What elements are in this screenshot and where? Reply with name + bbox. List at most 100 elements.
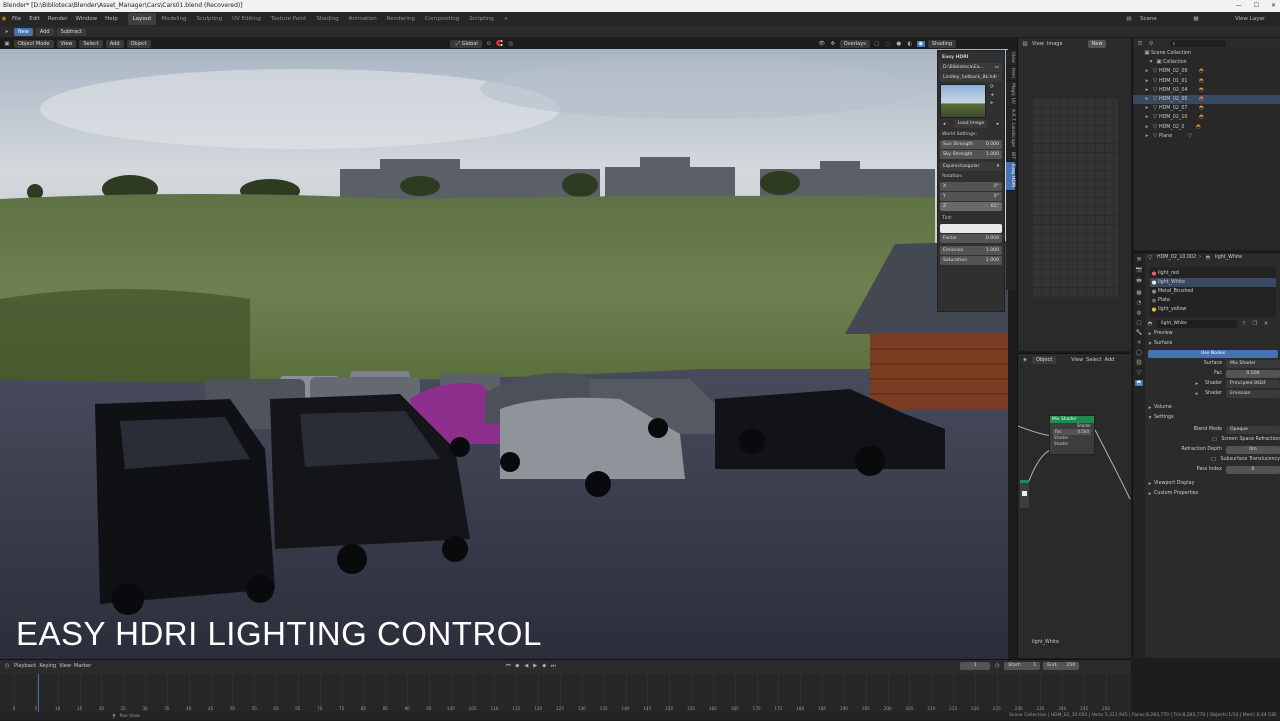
custom-properties-panel-header[interactable]: ▸ Custom Properties: [1146, 489, 1280, 499]
material-shading-icon[interactable]: ◐: [906, 41, 914, 47]
browse-material-icon[interactable]: ◓: [1146, 319, 1154, 329]
sun-strength-field[interactable]: Sun Strength 0.000: [940, 140, 1002, 149]
collapsed-node[interactable]: [1020, 480, 1029, 508]
filter-icon[interactable]: ⚲: [1147, 41, 1155, 47]
outliner-item[interactable]: ▸ ▽ Plane ▽: [1133, 132, 1280, 141]
image-editor-type-icon[interactable]: ▨: [1021, 41, 1029, 47]
rotation-z-field[interactable]: Z 61°: [940, 202, 1002, 211]
outliner-item[interactable]: ▾ ▣ Collection: [1133, 58, 1280, 67]
factor-field[interactable]: Factor 0.000: [940, 234, 1002, 243]
modifier-properties-icon[interactable]: 🔧: [1135, 330, 1143, 336]
next-hdri-icon[interactable]: ▸: [988, 100, 996, 106]
menu-window[interactable]: Window: [71, 16, 101, 22]
surface-shader-dropdown[interactable]: Mix Shader: [1226, 360, 1280, 368]
snap-icon[interactable]: 🧲: [496, 41, 504, 47]
select-tool-icon[interactable]: ▸: [3, 29, 11, 35]
tab-modeling[interactable]: Modeling: [156, 13, 191, 25]
material-name-field[interactable]: light_White: [1157, 320, 1237, 328]
xray-icon[interactable]: ▢: [873, 41, 881, 47]
refresh-icon[interactable]: ⟳: [988, 84, 996, 90]
outliner-item[interactable]: ▸ ▽ HDM_01_01 ◓: [1133, 77, 1280, 86]
outliner-item-selected[interactable]: ▸ ▽ HDM_02_05 ◓: [1133, 94, 1280, 105]
outliner-item[interactable]: ▸ ▽ HDM_02_07 ◓: [1133, 104, 1280, 113]
fake-user-icon[interactable]: ?: [1240, 319, 1248, 329]
refraction-depth-field[interactable]: 0m: [1226, 446, 1280, 454]
tab-item[interactable]: Item: [1006, 66, 1015, 81]
output-properties-icon[interactable]: 🖶: [1135, 277, 1143, 286]
proportional-edit-icon[interactable]: ◎: [507, 41, 515, 47]
tab-scripting[interactable]: Scripting: [464, 13, 498, 25]
minimize-icon[interactable]: —: [1236, 0, 1242, 12]
pivot-icon[interactable]: ⊙: [485, 41, 493, 47]
jump-start-icon[interactable]: ⏮: [504, 663, 512, 670]
transform-orientation-dropdown[interactable]: ⤢ Global: [449, 39, 482, 48]
prev-keyframe-icon[interactable]: ◆: [513, 663, 521, 670]
hdri-thumbnail[interactable]: [940, 84, 986, 118]
menu-help[interactable]: Help: [101, 16, 122, 22]
shader-node-editor[interactable]: ◈ Object View Select Add Mix Shader Shad…: [1017, 353, 1131, 658]
shading-dropdown[interactable]: Shading: [927, 39, 957, 48]
timeline[interactable]: ◷ Playback Keying View Marker ⏮ ◆ ◀ ▶ ◆ …: [0, 659, 1131, 712]
material-slot[interactable]: ● light_yellow: [1150, 305, 1276, 314]
material-properties-icon[interactable]: ◓: [1135, 380, 1143, 386]
duplicate-material-icon[interactable]: ❐: [1251, 319, 1259, 329]
outliner[interactable]: ☰ ⚲ ⚲ ▣ Scene Collection ▾ ▣ Collection ▸ ▽ H…: [1132, 38, 1280, 250]
mode-new-button[interactable]: New: [14, 27, 33, 36]
menu-edit[interactable]: Edit: [25, 16, 44, 22]
preview-panel-header[interactable]: ▸ Preview: [1146, 329, 1280, 339]
ssr-row[interactable]: ☐ Screen Space Refraction: [1146, 435, 1280, 445]
object-mode-dropdown[interactable]: Object Mode: [14, 39, 54, 48]
constraints-properties-icon[interactable]: ⛓: [1135, 360, 1143, 366]
use-nodes-button[interactable]: Use Nodes: [1148, 350, 1278, 358]
rendered-shading-icon[interactable]: ◉: [916, 40, 925, 47]
playhead[interactable]: [38, 674, 39, 712]
render-properties-icon[interactable]: 📷: [1135, 267, 1143, 273]
physics-properties-icon[interactable]: ◯: [1135, 350, 1143, 356]
3d-viewport[interactable]: [0, 38, 1016, 659]
play-reverse-icon[interactable]: ◀: [522, 663, 530, 670]
view-menu[interactable]: View: [56, 39, 77, 48]
blend-mode-dropdown[interactable]: Opaque: [1226, 426, 1280, 434]
select-menu[interactable]: Select: [79, 39, 103, 48]
tab-magic-uv[interactable]: Magic UV: [1006, 81, 1015, 107]
settings-panel-header[interactable]: ▾ Settings: [1146, 413, 1280, 423]
saturation-field[interactable]: Saturation 1.000: [940, 256, 1002, 265]
next-image-icon[interactable]: ▸: [997, 120, 999, 129]
sky-strength-field[interactable]: Sky Strength 1.000: [940, 150, 1002, 159]
data-properties-icon[interactable]: ▽: [1135, 370, 1143, 376]
object-menu[interactable]: Object: [126, 39, 151, 48]
image-view-menu[interactable]: View: [1032, 41, 1044, 47]
load-image-button[interactable]: Load Image: [953, 120, 989, 128]
maximize-icon[interactable]: ☐: [1254, 0, 1259, 12]
outliner-item[interactable]: ▸ ▽ HDM_02_04 ◓: [1133, 86, 1280, 95]
tint-color-swatch[interactable]: [940, 224, 1002, 233]
solid-shading-icon[interactable]: ●: [895, 41, 903, 47]
tab-shading[interactable]: Shading: [311, 13, 343, 25]
properties-editor[interactable]: ⚒ 📷 🖶 ▦ ◔ ◍ ▢ 🔧 ✳ ◯ ⛓ ▽ ◓ ▽ HDM_02_10.002…: [1132, 252, 1280, 658]
add-menu[interactable]: Add: [105, 39, 124, 48]
prev-image-icon[interactable]: ◂: [943, 120, 945, 129]
timeline-ruler[interactable]: 0 5 10 15 20 25 30 35 40 45 50 55 60 65 70 75 80 85 90 95 10…: [0, 674, 1131, 712]
pass-index-field[interactable]: 0: [1226, 466, 1280, 474]
shader2-dropdown[interactable]: Emission: [1226, 390, 1280, 398]
editor-type-icon[interactable]: ▣: [3, 41, 11, 47]
image-editor[interactable]: ▨ View Image New: [1017, 38, 1131, 351]
projection-dropdown[interactable]: Equirectangular ▾: [940, 162, 1002, 171]
rotation-y-field[interactable]: Y 0°: [940, 192, 1002, 201]
tab-compositing[interactable]: Compositing: [420, 13, 464, 25]
visibility-icon[interactable]: 👁: [818, 41, 826, 47]
playback-menu[interactable]: Playback: [14, 663, 36, 669]
emission-field[interactable]: Emission 1.000: [940, 246, 1002, 255]
tab-bit[interactable]: BIT: [1006, 150, 1015, 163]
tab-rendering[interactable]: Rendering: [382, 13, 420, 25]
tab-animation[interactable]: Animation: [344, 13, 382, 25]
hdri-folder-field[interactable]: D:\Biblioteca\Ea... ▭: [940, 63, 1002, 72]
close-icon[interactable]: ✕: [1271, 0, 1276, 12]
wireframe-shading-icon[interactable]: ◌: [884, 41, 892, 47]
scene-selector[interactable]: Scene: [1136, 16, 1161, 22]
object-properties-icon[interactable]: ▢: [1135, 320, 1143, 326]
hdri-file-dropdown[interactable]: Lindley_hotback_8k.hdr: [940, 73, 1002, 82]
particles-properties-icon[interactable]: ✳: [1135, 340, 1143, 346]
tool-properties-icon[interactable]: ⚒: [1135, 257, 1143, 263]
outliner-search-input[interactable]: ⚲: [1170, 40, 1226, 47]
